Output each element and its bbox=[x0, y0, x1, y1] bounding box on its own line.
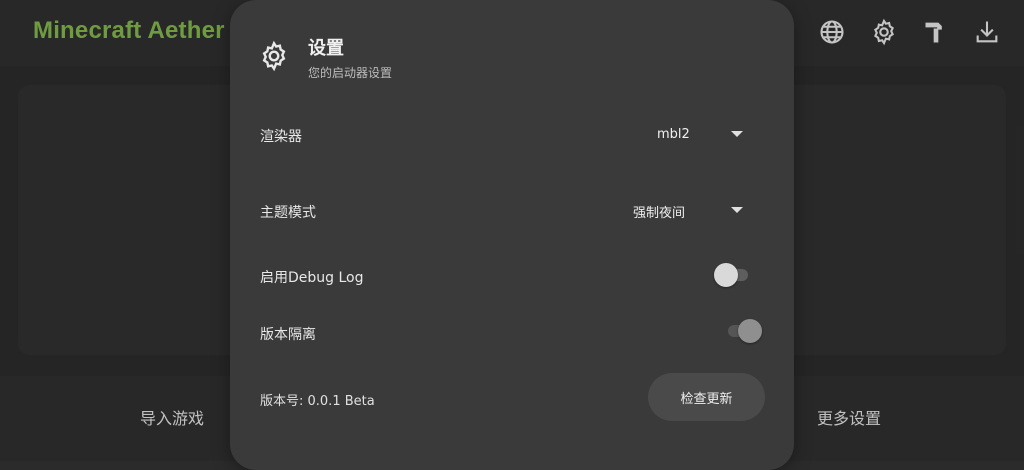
chevron-down-icon bbox=[731, 207, 743, 213]
version-isolation-switch[interactable] bbox=[724, 319, 762, 343]
chevron-down-icon bbox=[731, 131, 743, 137]
check-update-button[interactable]: 检查更新 bbox=[648, 373, 765, 421]
renderer-label: 渲染器 bbox=[260, 129, 302, 145]
debug-log-switch[interactable] bbox=[714, 263, 752, 287]
settings-gear-icon bbox=[258, 40, 290, 72]
renderer-value: mbl2 bbox=[657, 127, 690, 142]
theme-label: 主题模式 bbox=[260, 205, 316, 221]
dialog-title: 设置 bbox=[308, 38, 344, 59]
theme-value: 强制夜间 bbox=[633, 206, 686, 221]
settings-dialog: 设置 您的启动器设置 渲染器 mbl2 主题模式 强制夜间 启用Debug Lo… bbox=[230, 0, 794, 470]
version-isolation-label: 版本隔离 bbox=[260, 327, 316, 343]
switch-thumb bbox=[738, 319, 762, 343]
version-text: 版本号: 0.0.1 Beta bbox=[260, 394, 375, 409]
debug-log-label: 启用Debug Log bbox=[260, 270, 364, 286]
switch-thumb bbox=[714, 263, 738, 287]
dialog-subtitle: 您的启动器设置 bbox=[308, 66, 393, 80]
